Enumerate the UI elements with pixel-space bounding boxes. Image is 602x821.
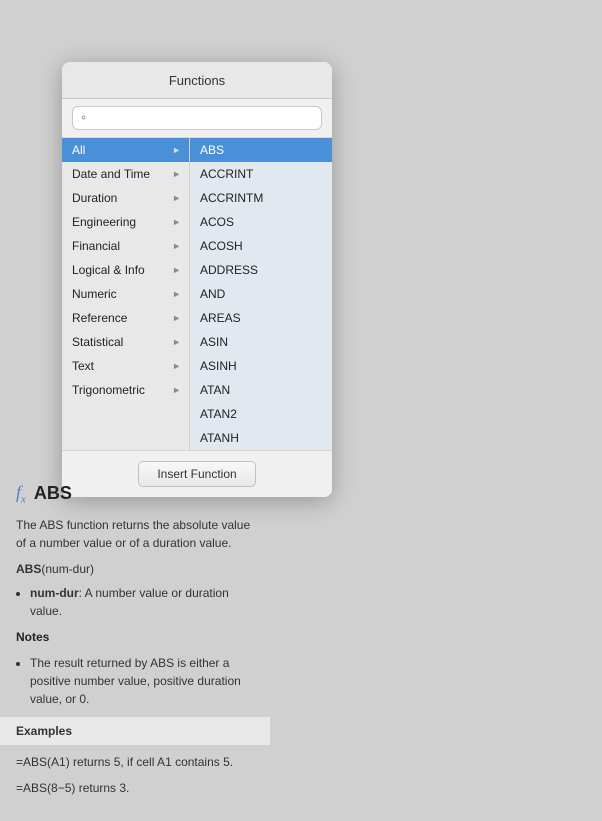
function-item-areas[interactable]: AREAS [190,306,332,330]
function-item-accrint[interactable]: ACCRINT [190,162,332,186]
notes-list: The result returned by ABS is either a p… [30,654,254,708]
function-item-atan[interactable]: ATAN [190,378,332,402]
search-icon: ⚬ [79,112,88,125]
chevron-icon: ► [172,385,181,395]
desc-summary: The ABS function returns the absolute va… [16,516,254,552]
function-label: ADDRESS [200,263,258,277]
function-label: ATAN2 [200,407,237,421]
function-item-atanh[interactable]: ATANH [190,426,332,450]
category-item-reference[interactable]: Reference ► [62,306,189,330]
function-label: ABS [200,143,224,157]
function-list: ABS ACCRINT ACCRINTM ACOS ACOSH ADDRESS … [190,138,332,450]
function-item-acosh[interactable]: ACOSH [190,234,332,258]
chevron-icon: ► [172,145,181,155]
function-item-asin[interactable]: ASIN [190,330,332,354]
function-item-address[interactable]: ADDRESS [190,258,332,282]
description-area: fx ABS The ABS function returns the abso… [0,468,270,821]
function-label: ACCRINT [200,167,253,181]
examples-heading: Examples [0,717,270,745]
category-item-all[interactable]: All ► [62,138,189,162]
function-item-abs[interactable]: ABS [190,138,332,162]
search-wrapper: ⚬ [72,106,322,130]
function-item-and[interactable]: AND [190,282,332,306]
category-item-engineering[interactable]: Engineering ► [62,210,189,234]
desc-body: The ABS function returns the absolute va… [16,516,254,797]
panel-title: Functions [169,73,225,88]
notes-heading: Notes [16,628,254,646]
category-label: Statistical [72,335,123,349]
note-item: The result returned by ABS is either a p… [30,654,254,708]
function-item-asinh[interactable]: ASINH [190,354,332,378]
chevron-icon: ► [172,265,181,275]
function-label: ACOSH [200,239,243,253]
function-label: ACCRINTM [200,191,263,205]
chevron-icon: ► [172,313,181,323]
function-label: AND [200,287,225,301]
examples-section: Examples =ABS(A1) returns 5, if cell A1 … [16,716,254,797]
desc-title-row: fx ABS [16,482,254,506]
param-item: num-dur: A number value or duration valu… [30,584,254,620]
function-item-atan2[interactable]: ATAN2 [190,402,332,426]
chevron-icon: ► [172,241,181,251]
desc-syntax: ABS(num-dur) [16,560,254,578]
example-1: =ABS(A1) returns 5, if cell A1 contains … [16,753,254,771]
chevron-icon: ► [172,217,181,227]
category-label: Engineering [72,215,136,229]
chevron-icon: ► [172,193,181,203]
category-label: Date and Time [72,167,150,181]
category-item-logical-info[interactable]: Logical & Info ► [62,258,189,282]
chevron-icon: ► [172,289,181,299]
fx-icon: fx [16,482,26,506]
category-label: Text [72,359,94,373]
category-item-financial[interactable]: Financial ► [62,234,189,258]
panel-title-bar: Functions [62,62,332,99]
functions-panel: Functions ⚬ All ► Date and Time ► Durati… [62,62,332,497]
function-label: ASINH [200,359,237,373]
category-label: All [72,143,85,157]
chevron-icon: ► [172,337,181,347]
category-label: Financial [72,239,120,253]
category-label: Logical & Info [72,263,145,277]
function-item-acos[interactable]: ACOS [190,210,332,234]
param-list: num-dur: A number value or duration valu… [30,584,254,620]
function-item-accrintm[interactable]: ACCRINTM [190,186,332,210]
category-item-statistical[interactable]: Statistical ► [62,330,189,354]
category-label: Reference [72,311,127,325]
category-item-duration[interactable]: Duration ► [62,186,189,210]
search-input[interactable] [72,106,322,130]
category-item-date-time[interactable]: Date and Time ► [62,162,189,186]
category-item-numeric[interactable]: Numeric ► [62,282,189,306]
function-label: ACOS [200,215,234,229]
chevron-icon: ► [172,361,181,371]
function-label: ATANH [200,431,239,445]
example-2: =ABS(8−5) returns 3. [16,779,254,797]
chevron-icon: ► [172,169,181,179]
category-label: Duration [72,191,117,205]
desc-func-name: ABS [34,483,72,504]
category-item-trigonometric[interactable]: Trigonometric ► [62,378,189,402]
function-browser: All ► Date and Time ► Duration ► Enginee… [62,138,332,450]
function-label: ASIN [200,335,228,349]
function-label: ATAN [200,383,230,397]
category-label: Trigonometric [72,383,145,397]
function-label: AREAS [200,311,241,325]
search-bar: ⚬ [62,99,332,138]
category-item-text[interactable]: Text ► [62,354,189,378]
category-label: Numeric [72,287,117,301]
category-list: All ► Date and Time ► Duration ► Enginee… [62,138,190,450]
